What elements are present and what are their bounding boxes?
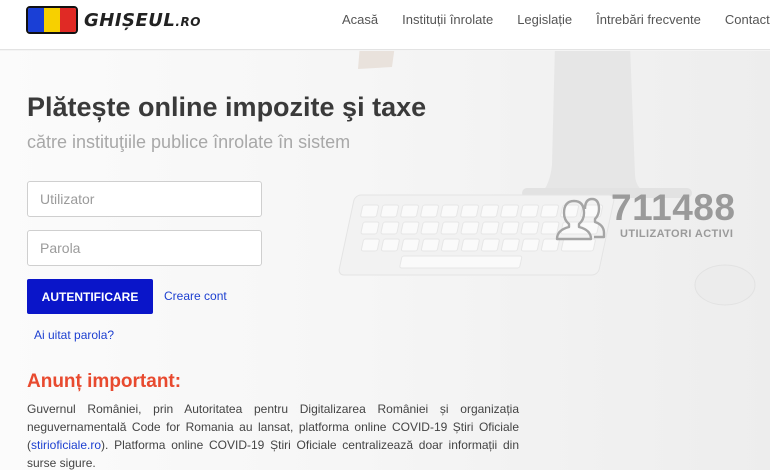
- nav-item-faq[interactable]: Întrebări frecvente: [596, 12, 701, 27]
- active-users-count: 711488: [611, 187, 736, 228]
- main-nav: Acasă Instituții înrolate Legislație Înt…: [342, 12, 770, 27]
- nav-item-legislation[interactable]: Legislație: [517, 12, 572, 27]
- announcement-title: Anunț important:: [27, 371, 182, 392]
- nav-item-institutions[interactable]: Instituții înrolate: [402, 12, 493, 27]
- announcement-text: Guvernul României, prin Autoritatea pent…: [27, 402, 519, 470]
- site-logo[interactable]: GHIȘEUL.RO: [26, 4, 201, 36]
- top-navbar: GHIȘEUL.RO Acasă Instituții înrolate Leg…: [0, 0, 770, 50]
- logo-text: GHIȘEUL.RO: [84, 9, 201, 31]
- forgot-password-link[interactable]: Ai uitat parola?: [34, 328, 114, 342]
- nav-item-contact[interactable]: Contact: [725, 12, 770, 27]
- username-input[interactable]: [27, 181, 262, 217]
- password-input[interactable]: [27, 230, 262, 266]
- nav-item-home[interactable]: Acasă: [342, 12, 378, 27]
- stirioficiale-link[interactable]: stirioficiale.ro: [31, 438, 101, 452]
- create-account-link[interactable]: Creare cont: [164, 289, 227, 303]
- flag-logo-icon: [26, 6, 78, 34]
- page-title: Plătește online impozite şi taxe: [27, 92, 427, 122]
- page-subtitle: către instituţiile publice înrolate în s…: [27, 132, 351, 152]
- active-users-label: UTILIZATORI ACTIVI: [620, 228, 734, 240]
- login-button[interactable]: AUTENTIFICARE: [27, 279, 153, 314]
- users-icon: [555, 197, 606, 241]
